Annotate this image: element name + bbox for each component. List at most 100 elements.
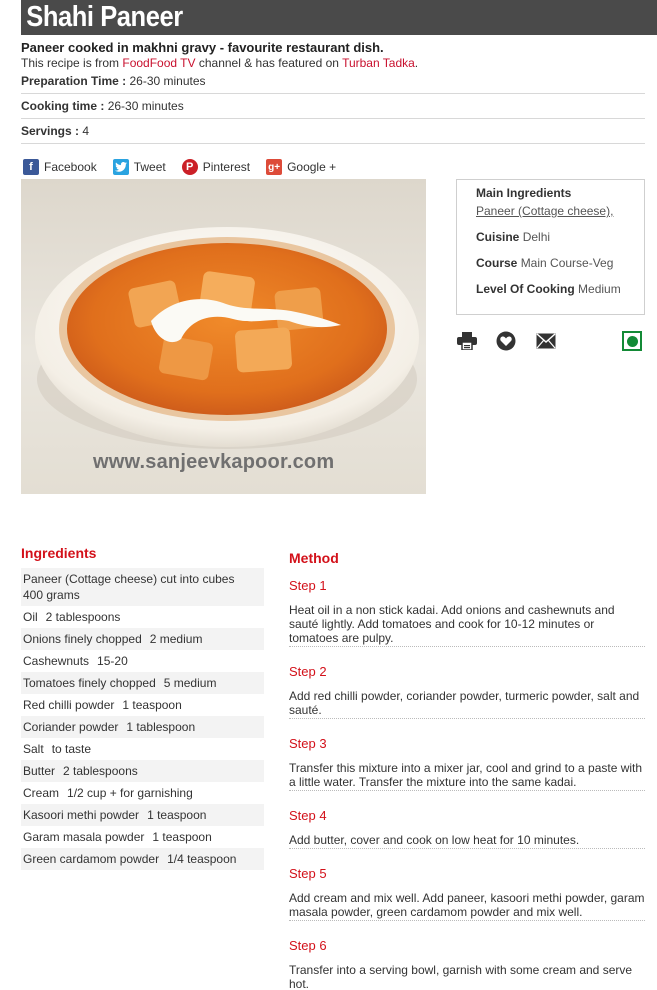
- ingredient-row: Garam masala powder 1 teaspoon: [21, 826, 264, 848]
- ingredient-name: Paneer (Cottage cheese) cut into cubes: [23, 572, 235, 586]
- recipe-info-box: Main Ingredients Paneer (Cottage cheese)…: [456, 179, 645, 315]
- main-ingredients-label: Main Ingredients: [476, 186, 572, 200]
- ingredient-quantity: 1 teaspoon: [152, 830, 212, 844]
- ingredient-name: Butter: [23, 764, 56, 778]
- source-suffix: .: [414, 56, 419, 70]
- servings-row: Servings : 4: [21, 119, 645, 144]
- ingredient-quantity: 2 medium: [149, 632, 203, 646]
- print-icon: [457, 332, 477, 350]
- tweet-share-button[interactable]: Tweet: [112, 159, 166, 175]
- ingredients-heading: Ingredients: [21, 545, 97, 561]
- ingredients-list: Paneer (Cottage cheese) cut into cubes 40…: [21, 568, 264, 870]
- ingredient-quantity: 1 teaspoon: [147, 808, 207, 822]
- source-middle: channel & has featured on: [195, 56, 343, 70]
- cuisine-value: Delhi: [522, 230, 551, 244]
- ingredient-quantity: 400 grams: [23, 588, 80, 602]
- email-button[interactable]: [535, 330, 557, 352]
- google-plus-icon: g+: [266, 159, 283, 175]
- step-label: Step 1: [289, 578, 327, 593]
- cuisine-label: Cuisine: [476, 230, 520, 244]
- ingredient-name: Salt: [23, 742, 44, 756]
- ingredient-row: Kasoori methi powder 1 teaspoon: [21, 804, 264, 826]
- facebook-share-button[interactable]: f Facebook: [23, 159, 97, 175]
- ingredient-name: Cashewnuts: [23, 654, 90, 668]
- ingredient-name: Green cardamom powder: [23, 852, 160, 866]
- title-bar: Shahi Paneer: [21, 0, 657, 35]
- prep-time-label: Preparation Time :: [21, 74, 127, 88]
- servings-value: 4: [82, 124, 90, 138]
- prep-time-value: 26-30 minutes: [129, 74, 206, 88]
- google-plus-label: Google +: [287, 160, 337, 174]
- ingredient-row: Salt to taste: [21, 738, 264, 760]
- ingredient-name: Kasoori methi powder: [23, 808, 140, 822]
- print-button[interactable]: [456, 330, 478, 352]
- step-text: Transfer into a serving bowl, garnish wi…: [289, 963, 645, 990]
- veg-indicator-icon: [622, 331, 642, 351]
- prep-time-row: Preparation Time : 26-30 minutes: [21, 69, 645, 94]
- cook-time-label: Cooking time :: [21, 99, 105, 113]
- pinterest-share-button[interactable]: P Pinterest: [181, 159, 251, 175]
- ingredient-name: Garam masala powder: [23, 830, 145, 844]
- ingredient-name: Onions finely chopped: [23, 632, 142, 646]
- main-ingredients-link[interactable]: Paneer (Cottage cheese),: [476, 204, 613, 218]
- facebook-icon: f: [23, 159, 39, 175]
- pinterest-label: Pinterest: [202, 160, 251, 174]
- recipe-photo: www.sanjeevkapoor.com: [21, 179, 426, 494]
- email-envelope-icon: [536, 333, 556, 349]
- step-text: Add cream and mix well. Add paneer, kaso…: [289, 891, 645, 921]
- method-step: Step 4 Add butter, cover and cook on low …: [289, 808, 645, 849]
- step-text: Add red chilli powder, coriander powder,…: [289, 689, 645, 719]
- ingredient-row: Onions finely chopped 2 medium: [21, 628, 264, 650]
- step-text: Add butter, cover and cook on low heat f…: [289, 833, 645, 849]
- ingredient-quantity: 5 medium: [163, 676, 217, 690]
- google-plus-share-button[interactable]: g+ Google +: [266, 159, 336, 175]
- ingredient-name: Coriander powder: [23, 720, 119, 734]
- foodfood-tv-link[interactable]: FoodFood TV: [122, 56, 195, 70]
- ingredient-row: Cream 1/2 cup + for garnishing: [21, 782, 264, 804]
- ingredient-row: Butter 2 tablespoons: [21, 760, 264, 782]
- step-label: Step 5: [289, 866, 327, 881]
- course-value: Main Course-Veg: [520, 256, 614, 270]
- ingredient-row: Red chilli powder 1 teaspoon: [21, 694, 264, 716]
- recipe-source: This recipe is from FoodFood TV channel …: [21, 56, 418, 70]
- ingredient-name: Red chilli powder: [23, 698, 115, 712]
- recipe-subtitle: Paneer cooked in makhni gravy - favourit…: [21, 40, 384, 55]
- ingredient-quantity: 2 tablespoons: [45, 610, 121, 624]
- step-text: Heat oil in a non stick kadai. Add onion…: [289, 603, 645, 647]
- level-value: Medium: [578, 282, 621, 296]
- ingredient-quantity: 2 tablespoons: [63, 764, 138, 778]
- pinterest-icon: P: [181, 159, 198, 175]
- ingredient-quantity: 1 tablespoon: [126, 720, 196, 734]
- method-step: Step 5 Add cream and mix well. Add paneer…: [289, 866, 645, 921]
- tweet-label: Tweet: [133, 160, 166, 174]
- ingredient-row: Coriander powder 1 tablespoon: [21, 716, 264, 738]
- step-label: Step 6: [289, 938, 327, 953]
- favourite-heart-icon: [496, 331, 516, 351]
- source-prefix: This recipe is from: [21, 56, 123, 70]
- method-step: Step 3 Transfer this mixture into a mixer…: [289, 736, 645, 791]
- ingredient-quantity: to taste: [51, 742, 92, 756]
- ingredient-name: Tomatoes finely chopped: [23, 676, 156, 690]
- step-label: Step 2: [289, 664, 327, 679]
- ingredient-name: Oil: [23, 610, 38, 624]
- course-label: Course: [476, 256, 518, 270]
- ingredient-row: Oil 2 tablespoons: [21, 606, 264, 628]
- step-text: Transfer this mixture into a mixer jar, …: [289, 761, 645, 791]
- ingredient-name: Cream: [23, 786, 60, 800]
- ingredient-row: Tomatoes finely chopped 5 medium: [21, 672, 264, 694]
- ingredient-quantity: 1 teaspoon: [122, 698, 182, 712]
- ingredient-row: Cashewnuts 15-20: [21, 650, 264, 672]
- cook-time-value: 26-30 minutes: [107, 99, 184, 113]
- ingredient-row: Green cardamom powder 1/4 teaspoon: [21, 848, 264, 870]
- shahi-paneer-bowl-illustration: [35, 227, 419, 449]
- servings-label: Servings :: [21, 124, 80, 138]
- step-label: Step 3: [289, 736, 327, 751]
- ingredient-row: Paneer (Cottage cheese) cut into cubes 40…: [21, 568, 264, 606]
- level-label: Level Of Cooking: [476, 282, 575, 296]
- method-step: Step 1 Heat oil in a non stick kadai. Add…: [289, 578, 645, 647]
- recipe-title: Shahi Paneer: [26, 1, 183, 33]
- turban-tadka-link[interactable]: Turban Tadka: [342, 56, 415, 70]
- favourite-button[interactable]: [495, 330, 517, 352]
- ingredient-quantity: 1/4 teaspoon: [167, 852, 237, 866]
- step-label: Step 4: [289, 808, 327, 823]
